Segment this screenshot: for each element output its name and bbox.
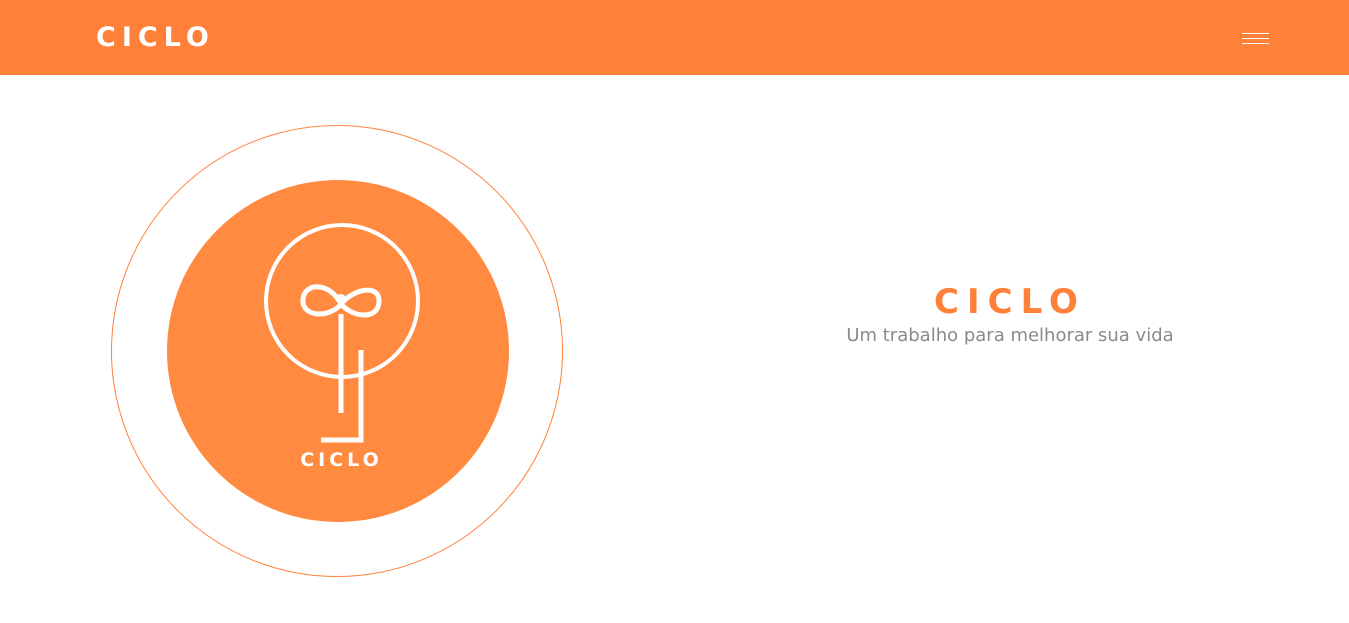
menu-line-bottom [1242, 43, 1269, 44]
top-navbar: CICLO [0, 0, 1349, 75]
menu-line-top [1242, 33, 1269, 34]
ciclo-logo: CICLO [167, 180, 509, 522]
logo-wordmark: CICLO [300, 449, 383, 471]
hero-section: CICLO Um trabalho para melhorar sua vida [760, 280, 1260, 348]
hero-subtitle: Um trabalho para melhorar sua vida [846, 325, 1174, 346]
menu-line-middle [1242, 38, 1269, 39]
hamburger-menu-icon[interactable] [1241, 29, 1271, 49]
hero-title: CICLO [934, 282, 1086, 322]
brand-logo-link[interactable]: CICLO [96, 20, 215, 56]
